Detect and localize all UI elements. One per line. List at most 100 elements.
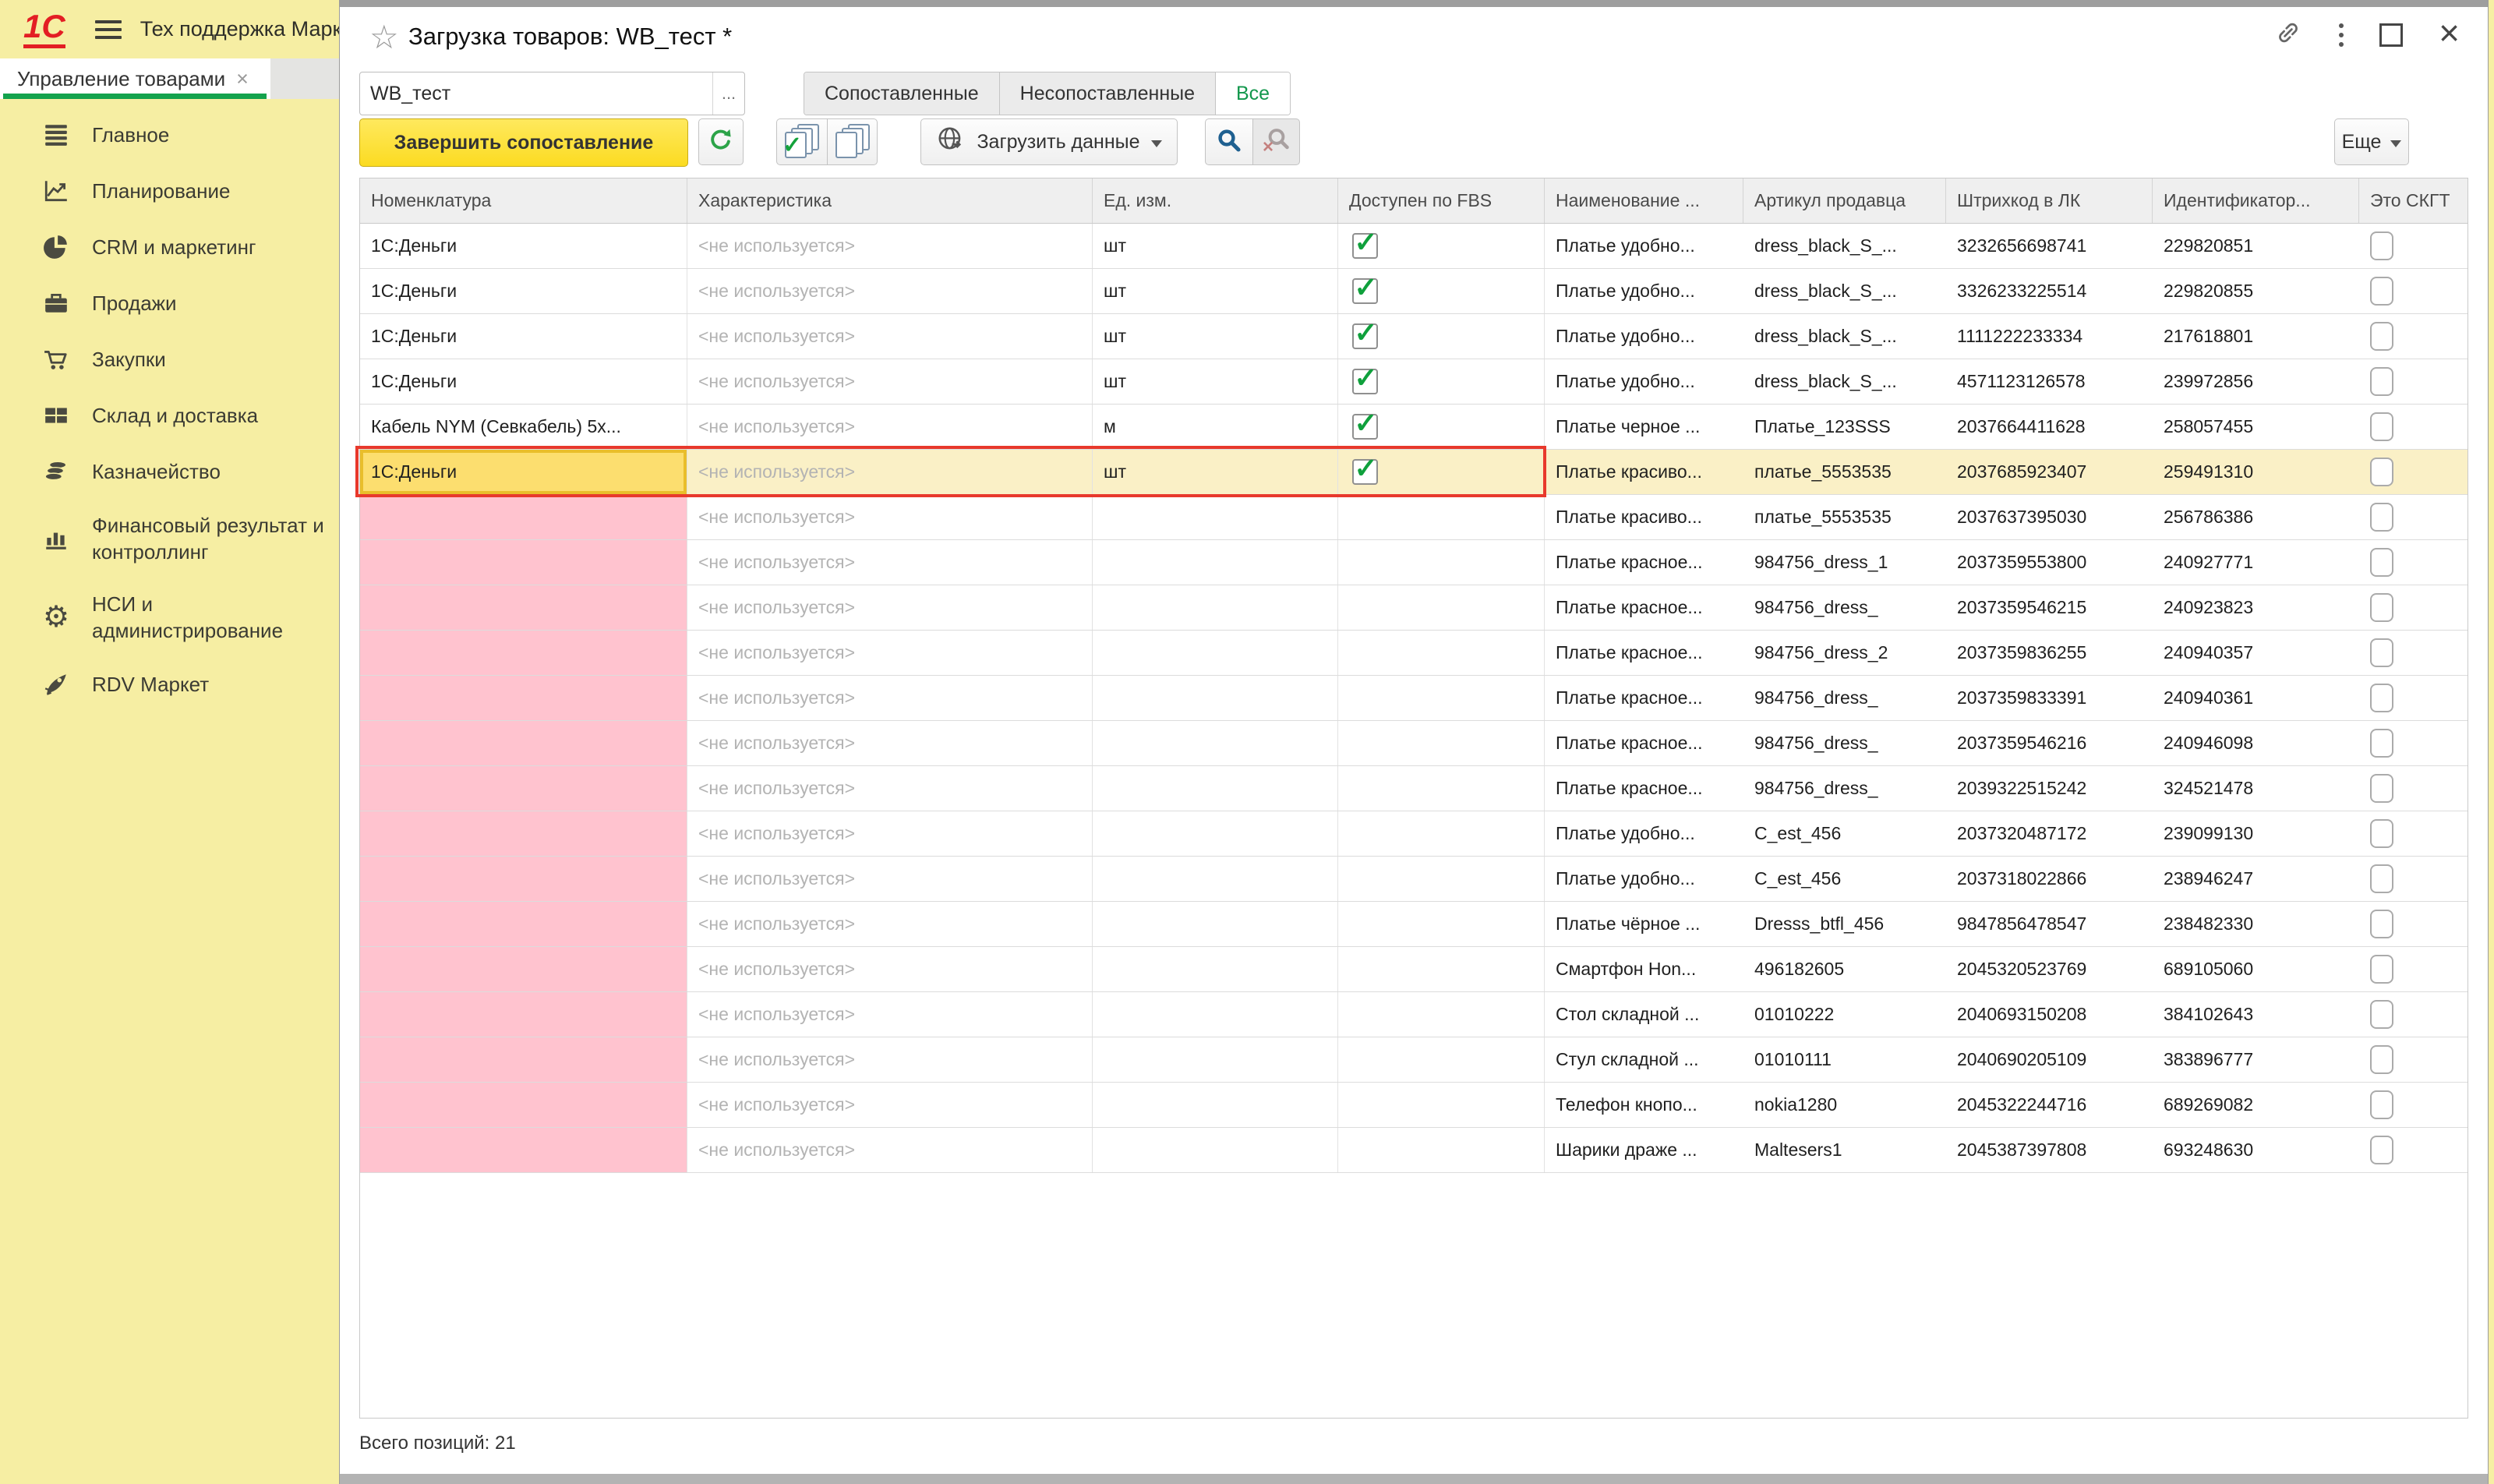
cell-skgt[interactable]	[2359, 450, 2468, 494]
cell-nomenclature[interactable]	[360, 857, 687, 901]
segment-matched[interactable]: Сопоставленные	[804, 72, 1000, 115]
cell-characteristic[interactable]: <не используется>	[687, 902, 1093, 946]
cell-skgt[interactable]	[2359, 721, 2468, 765]
cell-name[interactable]: Платье удобно...	[1545, 224, 1743, 268]
column-header-fbs[interactable]: Доступен по FBS	[1338, 178, 1545, 223]
cell-nomenclature[interactable]	[360, 1083, 687, 1127]
cell-article[interactable]: Платье_123SSS	[1743, 405, 1946, 449]
cell-fbs[interactable]: ✓	[1338, 450, 1545, 494]
sidebar-item-sales[interactable]: Продажи	[0, 275, 339, 331]
cell-barcode[interactable]: 2037318022866	[1946, 857, 2153, 901]
table-row[interactable]: <не используется>Стол складной ...010102…	[360, 992, 2468, 1037]
cell-name[interactable]: Платье красное...	[1545, 766, 1743, 811]
cell-article[interactable]: nokia1280	[1743, 1083, 1946, 1127]
cell-barcode[interactable]: 2037637395030	[1946, 495, 2153, 539]
maximize-icon[interactable]	[2379, 23, 2403, 47]
cell-nomenclature[interactable]: 1С:Деньги	[360, 224, 687, 268]
cell-fbs[interactable]: ✓	[1338, 224, 1545, 268]
column-header-skgt[interactable]: Это СКГТ	[2359, 178, 2468, 223]
cell-nomenclature[interactable]	[360, 721, 687, 765]
cell-unit[interactable]: шт	[1093, 359, 1338, 404]
cell-article[interactable]: Dresss_btfl_456	[1743, 902, 1946, 946]
cell-identifier[interactable]: 258057455	[2153, 405, 2359, 449]
cell-unit[interactable]	[1093, 540, 1338, 585]
sidebar-item-warehouse[interactable]: Склад и доставка	[0, 387, 339, 443]
column-header-name[interactable]: Наименование ...	[1545, 178, 1743, 223]
skgt-checkbox[interactable]	[2370, 1000, 2393, 1029]
cell-nomenclature[interactable]	[360, 1128, 687, 1172]
cell-fbs[interactable]	[1338, 1037, 1545, 1082]
cell-identifier[interactable]: 240940361	[2153, 676, 2359, 720]
cell-unit[interactable]	[1093, 902, 1338, 946]
cell-nomenclature[interactable]	[360, 902, 687, 946]
cell-skgt[interactable]	[2359, 992, 2468, 1037]
cell-skgt[interactable]	[2359, 947, 2468, 991]
segment-all[interactable]: Все	[1216, 72, 1290, 115]
cell-article[interactable]: 984756_dress_	[1743, 721, 1946, 765]
table-row[interactable]: <не используется>Платье красное...984756…	[360, 721, 2468, 766]
fbs-checkbox[interactable]: ✓	[1352, 459, 1378, 485]
cell-identifier[interactable]: 256786386	[2153, 495, 2359, 539]
set-all-flags-button[interactable]: ✓	[776, 118, 827, 165]
cell-characteristic[interactable]: <не используется>	[687, 1128, 1093, 1172]
cell-barcode[interactable]: 2037359546215	[1946, 585, 2153, 630]
cell-article[interactable]: платье_5553535	[1743, 450, 1946, 494]
cell-skgt[interactable]	[2359, 811, 2468, 856]
cell-article[interactable]: Maltesers1	[1743, 1128, 1946, 1172]
cell-article[interactable]: dress_black_S_...	[1743, 269, 1946, 313]
skgt-checkbox[interactable]	[2370, 1136, 2393, 1164]
main-menu-icon[interactable]	[95, 20, 122, 39]
cell-barcode[interactable]: 2037685923407	[1946, 450, 2153, 494]
cell-identifier[interactable]: 217618801	[2153, 314, 2359, 359]
cell-unit[interactable]	[1093, 631, 1338, 675]
load-data-button[interactable]: Загрузить данные	[920, 118, 1178, 165]
cell-unit[interactable]: шт	[1093, 314, 1338, 359]
table-row[interactable]: <не используется>Платье красное...984756…	[360, 631, 2468, 676]
cell-fbs[interactable]	[1338, 676, 1545, 720]
cell-article[interactable]: 984756_dress_	[1743, 766, 1946, 811]
sidebar-item-finance[interactable]: Финансовый результат и контроллинг	[0, 500, 339, 578]
cell-skgt[interactable]	[2359, 1083, 2468, 1127]
cell-identifier[interactable]: 384102643	[2153, 992, 2359, 1037]
cell-characteristic[interactable]: <не используется>	[687, 721, 1093, 765]
cell-article[interactable]: dress_black_S_...	[1743, 314, 1946, 359]
cell-characteristic[interactable]: <не используется>	[687, 811, 1093, 856]
cell-fbs[interactable]	[1338, 1128, 1545, 1172]
cell-unit[interactable]	[1093, 1083, 1338, 1127]
cell-skgt[interactable]	[2359, 902, 2468, 946]
cell-barcode[interactable]: 2045387397808	[1946, 1128, 2153, 1172]
skgt-checkbox[interactable]	[2370, 322, 2393, 351]
cell-nomenclature[interactable]: 1С:Деньги	[360, 359, 687, 404]
cell-name[interactable]: Платье чёрное ...	[1545, 902, 1743, 946]
cell-skgt[interactable]	[2359, 224, 2468, 268]
cell-article[interactable]: 496182605	[1743, 947, 1946, 991]
skgt-checkbox[interactable]	[2370, 864, 2393, 893]
table-row[interactable]: 1С:Деньги<не используется>шт✓Платье крас…	[360, 450, 2468, 495]
cell-characteristic[interactable]: <не используется>	[687, 947, 1093, 991]
cell-identifier[interactable]: 240923823	[2153, 585, 2359, 630]
sidebar-item-purchases[interactable]: Закупки	[0, 331, 339, 387]
clear-all-flags-button[interactable]	[827, 118, 878, 165]
fbs-checkbox[interactable]: ✓	[1352, 233, 1378, 259]
segment-unmatched[interactable]: Несопоставленные	[1000, 72, 1216, 115]
cell-skgt[interactable]	[2359, 269, 2468, 313]
cell-article[interactable]: 984756_dress_	[1743, 585, 1946, 630]
cell-skgt[interactable]	[2359, 1128, 2468, 1172]
cell-fbs[interactable]	[1338, 721, 1545, 765]
skgt-checkbox[interactable]	[2370, 910, 2393, 938]
cell-characteristic[interactable]: <не используется>	[687, 1037, 1093, 1082]
skgt-checkbox[interactable]	[2370, 684, 2393, 712]
cell-fbs[interactable]	[1338, 857, 1545, 901]
link-icon[interactable]	[2273, 18, 2303, 51]
more-button[interactable]: Еще	[2334, 118, 2409, 165]
cell-barcode[interactable]: 2037359546216	[1946, 721, 2153, 765]
cell-fbs[interactable]	[1338, 540, 1545, 585]
cell-unit[interactable]	[1093, 676, 1338, 720]
cell-identifier[interactable]: 259491310	[2153, 450, 2359, 494]
sidebar-item-crm[interactable]: CRM и маркетинг	[0, 219, 339, 275]
cell-nomenclature[interactable]	[360, 540, 687, 585]
cell-name[interactable]: Телефон кнопо...	[1545, 1083, 1743, 1127]
cell-fbs[interactable]	[1338, 992, 1545, 1037]
skgt-checkbox[interactable]	[2370, 774, 2393, 803]
cell-article[interactable]: 01010222	[1743, 992, 1946, 1037]
